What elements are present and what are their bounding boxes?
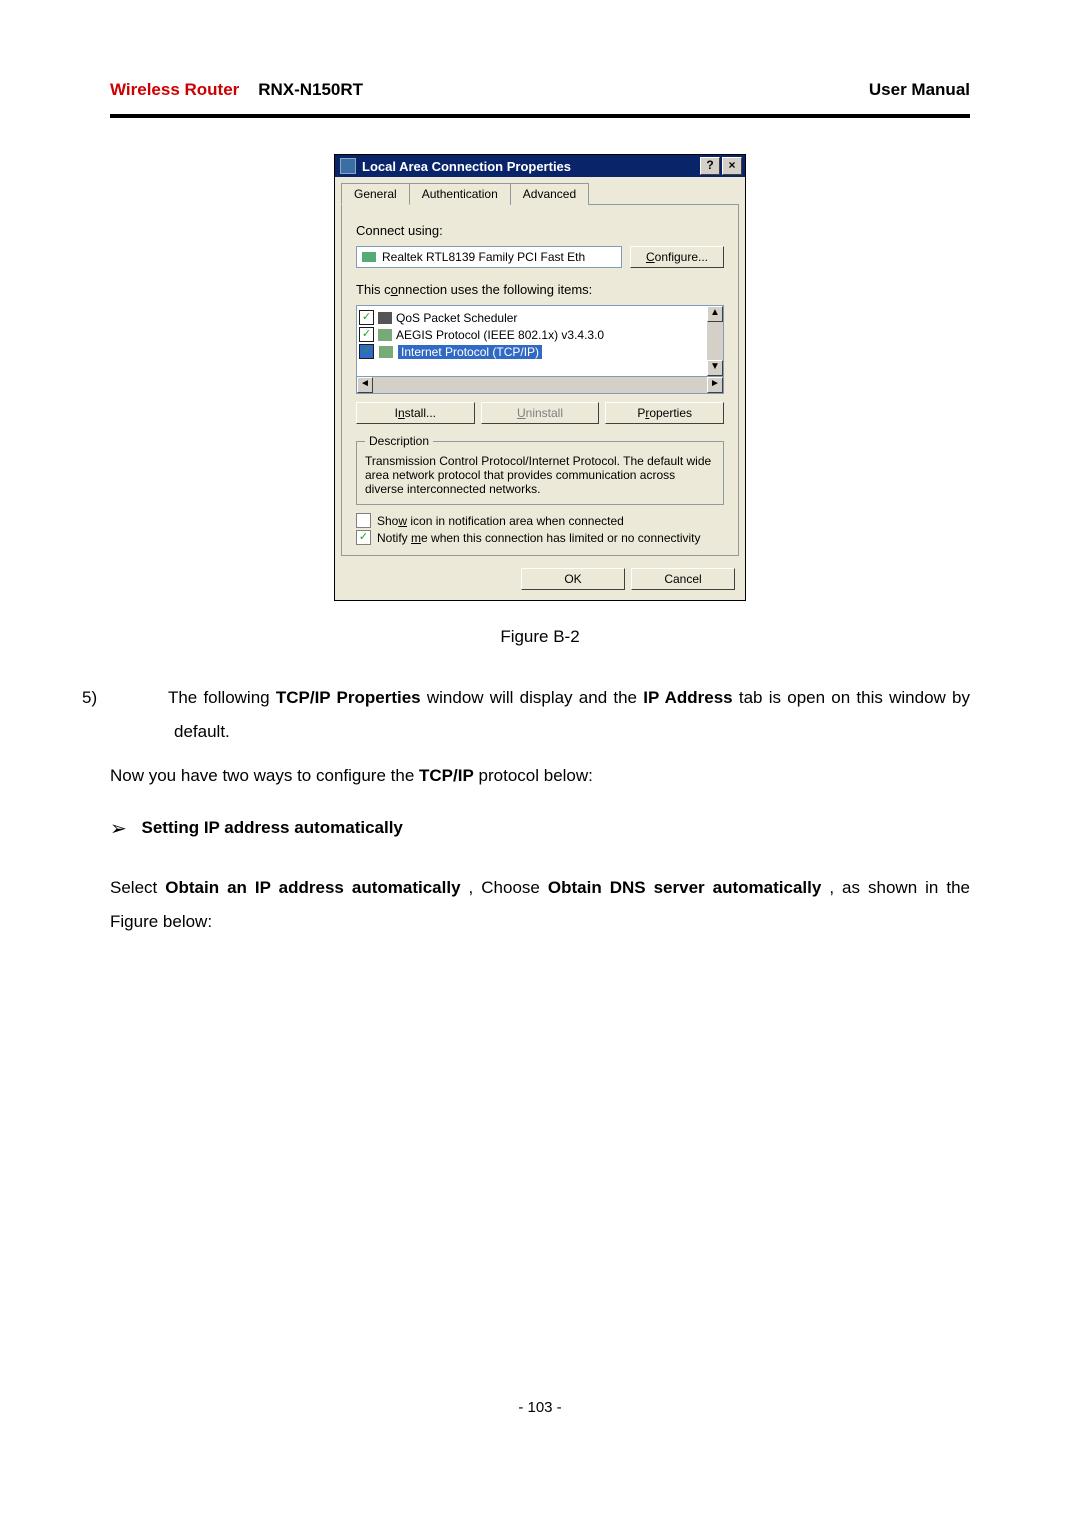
tab-general[interactable]: General [341,183,410,205]
horizontal-scrollbar[interactable]: ◄ ► [356,377,724,394]
tab-panel-general: Connect using: Realtek RTL8139 Family PC… [341,204,739,556]
scheduler-icon [378,312,392,324]
list-item-5: 5) The following TCP/IP Properties windo… [168,681,970,749]
nic-icon [362,252,376,262]
protocol-icon [378,345,394,359]
scroll-right-icon[interactable]: ► [707,377,723,393]
paragraph-two-ways: Now you have two ways to configure the T… [110,766,970,786]
checkbox-icon[interactable] [359,344,374,359]
items-label: This connection uses the following items… [356,282,724,297]
brand-red: Wireless Router [110,80,239,99]
install-button[interactable]: Install... [356,402,475,424]
description-group: Description Transmission Control Protoco… [356,434,724,505]
item-aegis[interactable]: AEGIS Protocol (IEEE 802.1x) v3.4.3.0 [359,327,705,344]
tab-advanced[interactable]: Advanced [510,183,589,205]
checkbox-icon[interactable] [359,310,374,325]
help-button[interactable]: ? [700,157,720,175]
scroll-left-icon[interactable]: ◄ [357,377,373,393]
items-listbox[interactable]: QoS Packet Scheduler AEGIS Protocol (IEE… [356,305,724,377]
header-left: Wireless Router RNX-N150RT [110,80,363,100]
scroll-up-icon[interactable]: ▲ [707,306,723,322]
page-number: - 103 - [110,1399,970,1416]
uninstall-button: Uninstall [481,402,600,424]
dialog-title: Local Area Connection Properties [362,159,571,174]
description-legend: Description [365,434,433,448]
cancel-button[interactable]: Cancel [631,568,735,590]
show-icon-option[interactable]: Show icon in notification area when conn… [356,513,724,528]
protocol-icon [378,329,392,341]
bullet-auto-ip: ➢ Setting IP address automatically [110,816,970,841]
header-divider [110,114,970,118]
scroll-down-icon[interactable]: ▼ [707,360,723,376]
description-text: Transmission Control Protocol/Internet P… [365,454,715,496]
figure-caption: Figure B-2 [110,627,970,647]
close-button[interactable]: × [722,157,742,175]
item-qos[interactable]: QoS Packet Scheduler [359,310,705,327]
notify-option[interactable]: Notify me when this connection has limit… [356,530,724,545]
item-tcpip[interactable]: Internet Protocol (TCP/IP) [359,344,705,361]
model-name: RNX-N150RT [258,80,363,99]
header-right: User Manual [869,80,970,100]
titlebar-icon [340,158,356,174]
page-header: Wireless Router RNX-N150RT User Manual [110,80,970,110]
adapter-name: Realtek RTL8139 Family PCI Fast Eth [382,250,585,264]
properties-dialog: Local Area Connection Properties ? × Gen… [334,154,746,601]
checkbox-icon[interactable] [359,327,374,342]
paragraph-select-obtain: Select Obtain an IP address automaticall… [110,871,970,939]
vertical-scrollbar[interactable]: ▲ ▼ [707,306,723,376]
body-text: 5) The following TCP/IP Properties windo… [110,681,970,939]
ok-button[interactable]: OK [521,568,625,590]
configure-button[interactable]: Configure... [630,246,724,268]
adapter-field[interactable]: Realtek RTL8139 Family PCI Fast Eth [356,246,622,268]
checkbox-icon[interactable] [356,513,371,528]
tab-strip: General Authentication Advanced [341,183,739,205]
item-properties-button[interactable]: Properties [605,402,724,424]
checkbox-icon[interactable] [356,530,371,545]
tab-authentication[interactable]: Authentication [409,183,511,205]
connect-using-label: Connect using: [356,223,724,238]
dialog-titlebar[interactable]: Local Area Connection Properties ? × [335,155,745,177]
bullet-icon: ➢ [110,818,137,840]
